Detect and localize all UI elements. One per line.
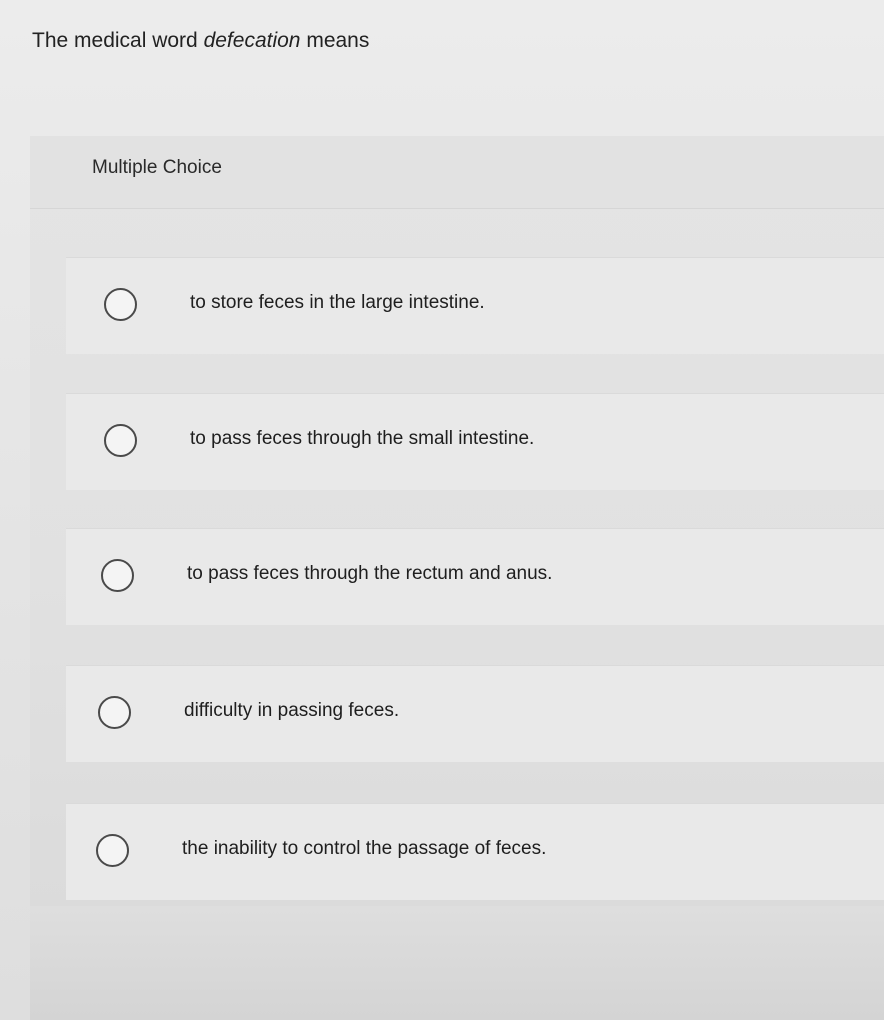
choice-label: to pass feces through the small intestin… (190, 428, 535, 449)
choice-option-2[interactable]: to pass feces through the small intestin… (66, 393, 884, 490)
question-term: defecation (203, 29, 301, 52)
choice-label: difficulty in passing feces. (184, 700, 400, 721)
question-prefix: The medical word (32, 29, 204, 52)
radio-button-icon[interactable] (101, 559, 134, 592)
radio-button-icon[interactable] (104, 288, 137, 321)
choice-label: the inability to control the passage of … (182, 838, 547, 859)
multiple-choice-label: Multiple Choice (92, 157, 222, 178)
radio-button-icon[interactable] (96, 834, 129, 867)
multiple-choice-header: Multiple Choice (30, 136, 884, 209)
question-text: The medical word defecation means (32, 26, 369, 56)
panel-footer-area (30, 906, 884, 1020)
choice-label: to pass feces through the rectum and anu… (187, 563, 553, 584)
choice-label: to store feces in the large intestine. (190, 292, 485, 313)
answer-panel: Multiple Choice to store feces in the la… (30, 136, 884, 1020)
radio-button-icon[interactable] (98, 696, 131, 729)
choice-option-3[interactable]: to pass feces through the rectum and anu… (66, 528, 884, 625)
choice-option-4[interactable]: difficulty in passing feces. (66, 665, 884, 762)
choice-option-5[interactable]: the inability to control the passage of … (66, 803, 884, 900)
choice-option-1[interactable]: to store feces in the large intestine. (66, 257, 884, 354)
question-suffix: means (300, 29, 370, 52)
radio-button-icon[interactable] (104, 424, 137, 457)
